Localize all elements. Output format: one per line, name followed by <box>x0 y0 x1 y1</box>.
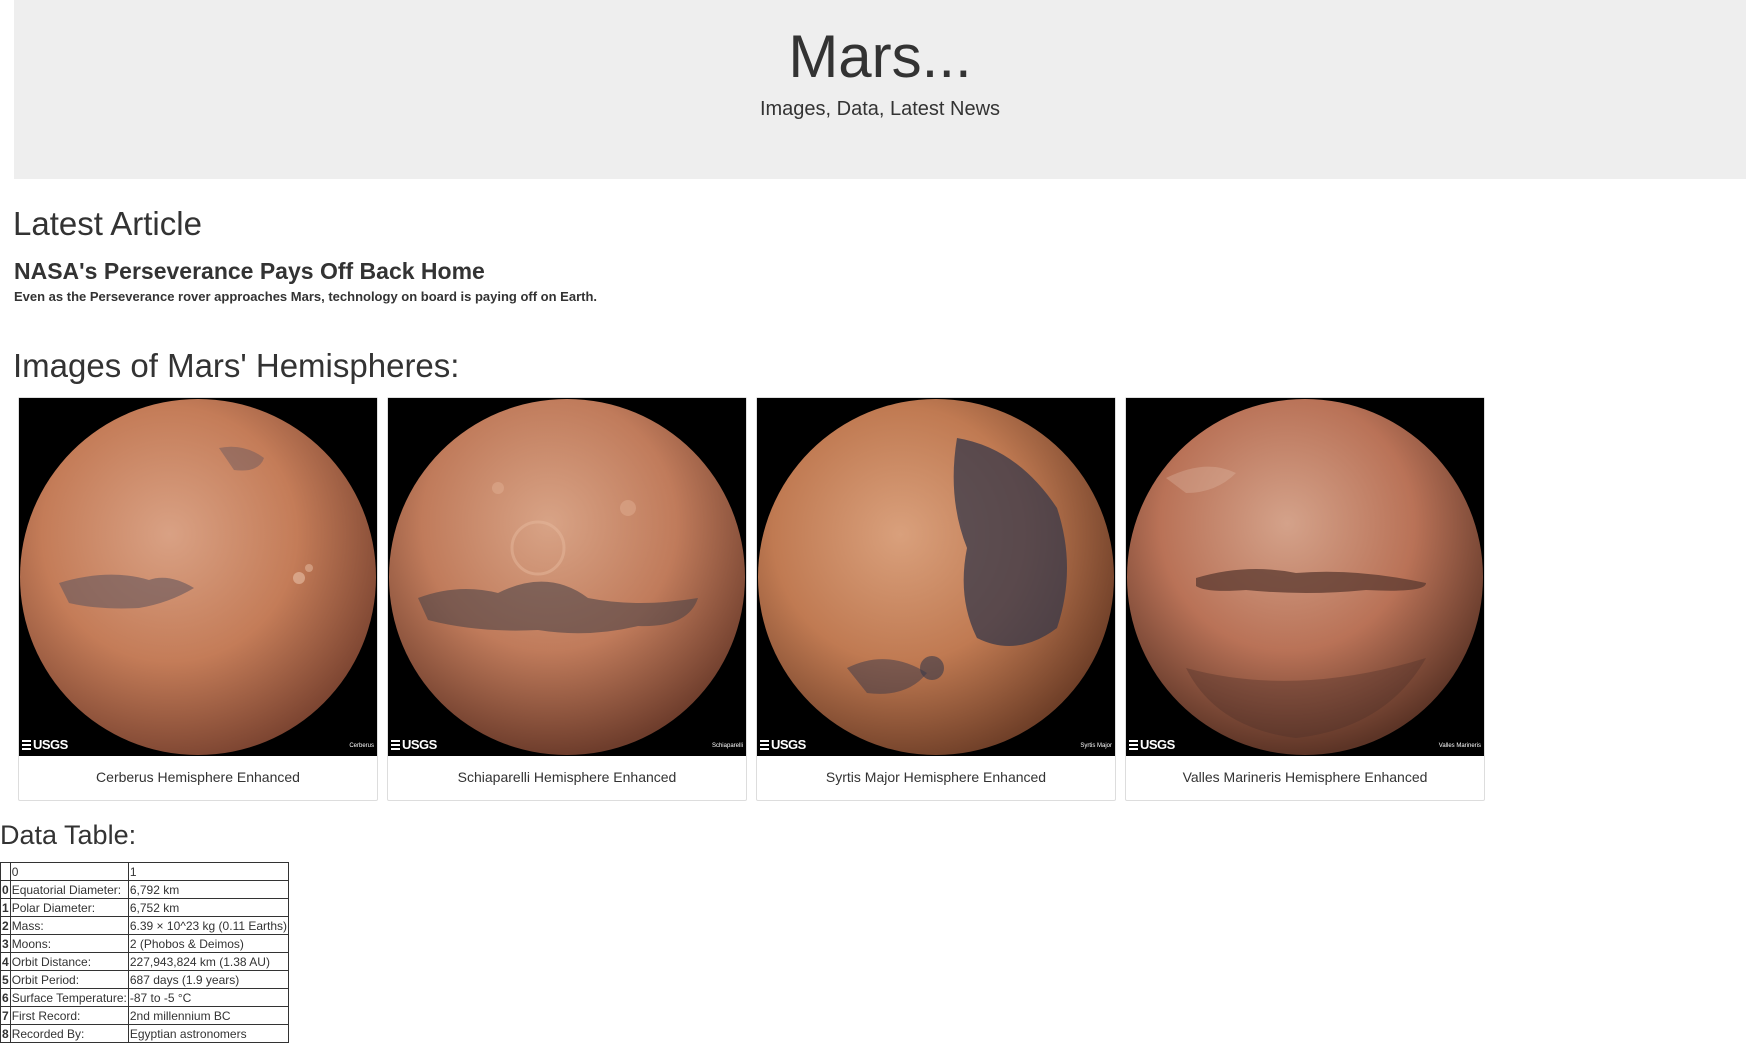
article-title: NASA's Perseverance Pays Off Back Home <box>14 258 485 284</box>
usgs-logo: USGS <box>391 737 437 752</box>
table-cell: -87 to -5 °C <box>127 988 290 1007</box>
table-row: 8 Recorded By: Egyptian astronomers <box>0 1024 290 1043</box>
table-row: 6 Surface Temperature: -87 to -5 °C <box>0 988 290 1007</box>
hemisphere-caption: Schiaparelli Hemisphere Enhanced <box>457 769 677 785</box>
table-cell: Mass: <box>9 916 129 935</box>
usgs-logo: USGS <box>22 737 68 752</box>
table-cell: 227,943,824 km (1.38 AU) <box>127 952 290 971</box>
hemisphere-gallery: USGS Cerberus Cerberus Hemisphere Enhanc… <box>18 397 1488 801</box>
mars-facts-table: 0 1 0 Equatorial Diameter: 6,792 km 1 Po… <box>0 862 290 1043</box>
table-cell: Equatorial Diameter: <box>9 880 129 899</box>
table-cell: 3 <box>0 934 11 953</box>
table-cell: 1 <box>0 898 11 917</box>
image-label: Valles Marineris <box>1438 743 1481 749</box>
hemisphere-image-schiaparelli[interactable]: USGS Schiaparelli <box>388 398 746 756</box>
usgs-logo: USGS <box>760 737 806 752</box>
table-row: 7 First Record: 2nd millennium BC <box>0 1006 290 1025</box>
hemisphere-card-valles-marineris[interactable]: USGS Valles Marineris Valles Marineris H… <box>1125 397 1485 801</box>
table-cell: 2 (Phobos & Deimos) <box>127 934 290 953</box>
table-cell: 0 <box>0 880 11 899</box>
usgs-logo: USGS <box>1129 737 1175 752</box>
table-cell: Moons: <box>9 934 129 953</box>
table-cell: 5 <box>0 970 11 989</box>
table-cell: First Record: <box>9 1006 129 1025</box>
table-row: 0 Equatorial Diameter: 6,792 km <box>0 880 290 899</box>
latest-article-heading: Latest Article <box>13 205 202 242</box>
table-row: 2 Mass: 6.39 × 10^23 kg (0.11 Earths) <box>0 916 290 935</box>
table-cell: Polar Diameter: <box>9 898 129 917</box>
hemisphere-caption: Valles Marineris Hemisphere Enhanced <box>1182 769 1428 785</box>
table-row: 3 Moons: 2 (Phobos & Deimos) <box>0 934 290 953</box>
hemisphere-caption: Syrtis Major Hemisphere Enhanced <box>825 769 1047 785</box>
table-cell: Orbit Period: <box>9 970 129 989</box>
hemisphere-card-syrtis-major[interactable]: USGS Syrtis Major Syrtis Major Hemispher… <box>756 397 1116 801</box>
page-title: Mars... <box>788 23 972 90</box>
table-cell: Orbit Distance: <box>9 952 129 971</box>
table-row: 4 Orbit Distance: 227,943,824 km (1.38 A… <box>0 952 290 971</box>
table-cell: 6,792 km <box>127 880 290 899</box>
table-cell: 4 <box>0 952 11 971</box>
table-header-cell <box>0 862 11 881</box>
image-label: Syrtis Major <box>1080 743 1112 749</box>
hemisphere-card-cerberus[interactable]: USGS Cerberus Cerberus Hemisphere Enhanc… <box>18 397 378 801</box>
hemispheres-heading: Images of Mars' Hemispheres: <box>13 347 460 384</box>
page-subtitle: Images, Data, Latest News <box>759 98 1001 120</box>
table-cell: Egyptian astronomers <box>127 1024 290 1043</box>
image-label: Cerberus <box>349 743 374 749</box>
table-cell: 6.39 × 10^23 kg (0.11 Earths) <box>127 916 290 935</box>
data-table-heading: Data Table: <box>0 820 137 850</box>
image-label: Schiaparelli <box>711 743 743 749</box>
hemisphere-image-valles-marineris[interactable]: USGS Valles Marineris <box>1126 398 1484 756</box>
table-header-cell: 1 <box>127 862 290 881</box>
table-header-row: 0 1 <box>0 862 290 881</box>
table-cell: 2nd millennium BC <box>127 1006 290 1025</box>
table-cell: 7 <box>0 1006 11 1025</box>
table-row: 1 Polar Diameter: 6,752 km <box>0 898 290 917</box>
hemisphere-caption: Cerberus Hemisphere Enhanced <box>96 769 300 785</box>
table-cell: 6 <box>0 988 11 1007</box>
table-row: 5 Orbit Period: 687 days (1.9 years) <box>0 970 290 989</box>
hemisphere-card-schiaparelli[interactable]: USGS Schiaparelli Schiaparelli Hemispher… <box>387 397 747 801</box>
article-teaser: Even as the Perseverance rover approache… <box>14 289 598 304</box>
table-cell: Recorded By: <box>9 1024 129 1043</box>
table-cell: Surface Temperature: <box>9 988 129 1007</box>
table-cell: 6,752 km <box>127 898 290 917</box>
jumbotron-header: Mars... Images, Data, Latest News <box>14 0 1746 179</box>
table-cell: 687 days (1.9 years) <box>127 970 290 989</box>
table-cell: 8 <box>0 1024 11 1043</box>
hemisphere-image-syrtis-major[interactable]: USGS Syrtis Major <box>757 398 1115 756</box>
hemisphere-image-cerberus[interactable]: USGS Cerberus <box>19 398 377 756</box>
table-cell: 2 <box>0 916 11 935</box>
table-header-cell: 0 <box>9 862 129 881</box>
